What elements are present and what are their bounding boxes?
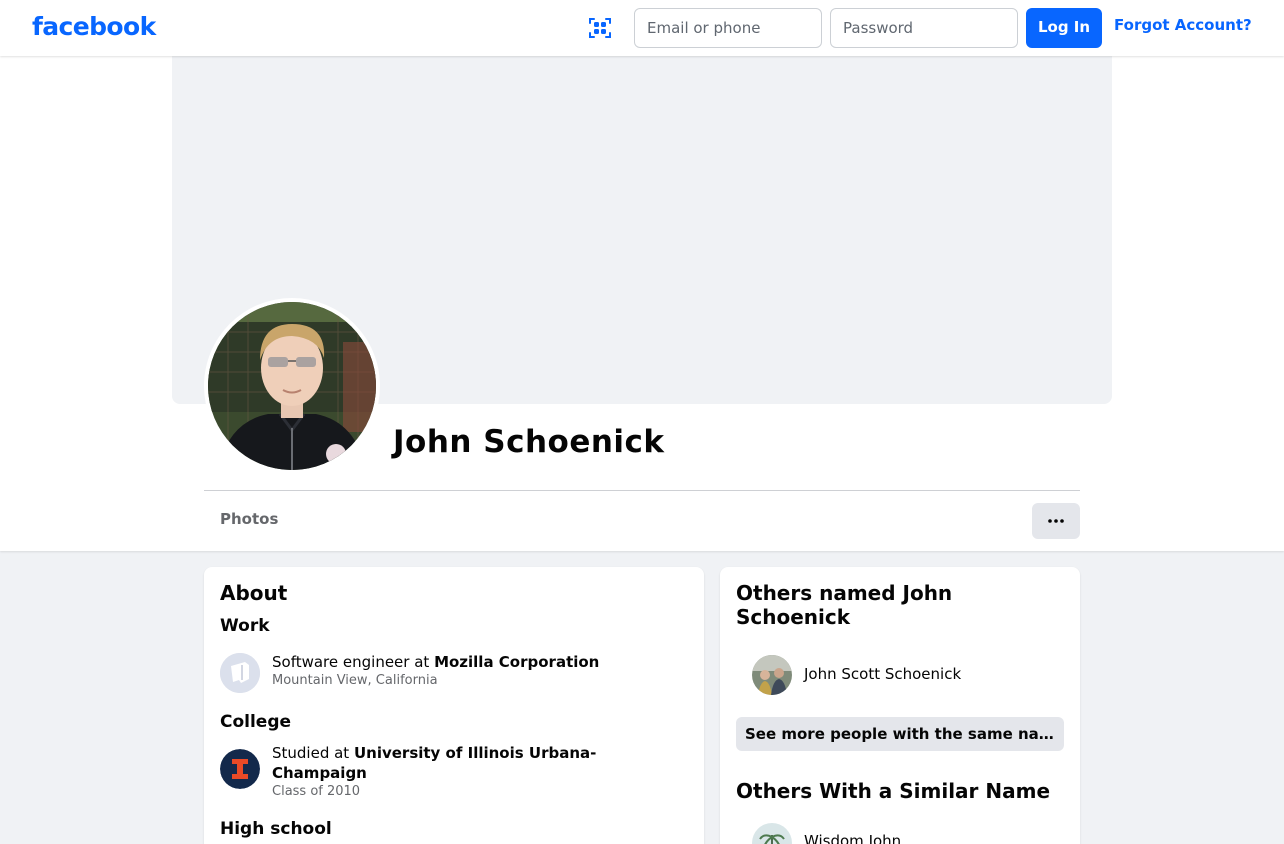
facebook-logo[interactable]: facebook <box>32 12 156 41</box>
work-heading: Work <box>220 616 270 636</box>
school-link-line1[interactable]: University of Illinois Urbana- <box>354 744 596 762</box>
college-description: Studied at University of Illinois Urbana… <box>272 744 597 782</box>
college-detail: Class of 2010 <box>272 784 361 799</box>
profile-avatar[interactable] <box>204 298 380 474</box>
employer-link[interactable]: Mozilla Corporation <box>434 653 599 671</box>
profile-photo <box>208 302 376 470</box>
qr-scan-icon[interactable] <box>588 16 612 40</box>
profile-header: John Schoenick Photos <box>0 56 1284 551</box>
forgot-account-link[interactable]: Forgot Account? <box>1114 16 1252 34</box>
header-divider <box>204 490 1080 491</box>
work-icon <box>220 653 260 693</box>
school-link-line2[interactable]: Champaign <box>272 764 367 782</box>
others-named-title: Others named John Schoenick <box>736 581 953 629</box>
university-logo-icon <box>220 749 260 789</box>
person-name-link[interactable]: Wisdom John <box>804 832 901 844</box>
see-more-same-name-button[interactable]: See more people with the same name <box>736 717 1064 751</box>
work-description: Software engineer at Mozilla Corporation <box>272 653 600 671</box>
person-avatar[interactable] <box>752 655 792 695</box>
high-school-heading: High school <box>220 819 332 839</box>
top-navigation-bar: facebook Log In Forgot Account? <box>0 0 1284 56</box>
about-card: About Work Software engineer at Mozilla … <box>204 567 704 844</box>
others-named-card: Others named John Schoenick John Scott S… <box>720 567 1080 844</box>
login-button[interactable]: Log In <box>1026 8 1102 48</box>
more-options-button[interactable] <box>1032 503 1080 539</box>
college-heading: College <box>220 712 292 732</box>
similar-name-title: Others With a Similar Name <box>736 779 1051 803</box>
tab-photos[interactable]: Photos <box>204 499 294 539</box>
profile-name: John Schoenick <box>393 424 665 460</box>
email-field[interactable] <box>634 8 822 48</box>
password-field[interactable] <box>830 8 1018 48</box>
about-title: About <box>220 581 288 605</box>
more-dots-icon <box>1048 519 1064 523</box>
work-location: Mountain View, California <box>272 673 438 688</box>
person-name-link[interactable]: John Scott Schoenick <box>804 665 961 683</box>
person-avatar[interactable] <box>752 823 792 844</box>
